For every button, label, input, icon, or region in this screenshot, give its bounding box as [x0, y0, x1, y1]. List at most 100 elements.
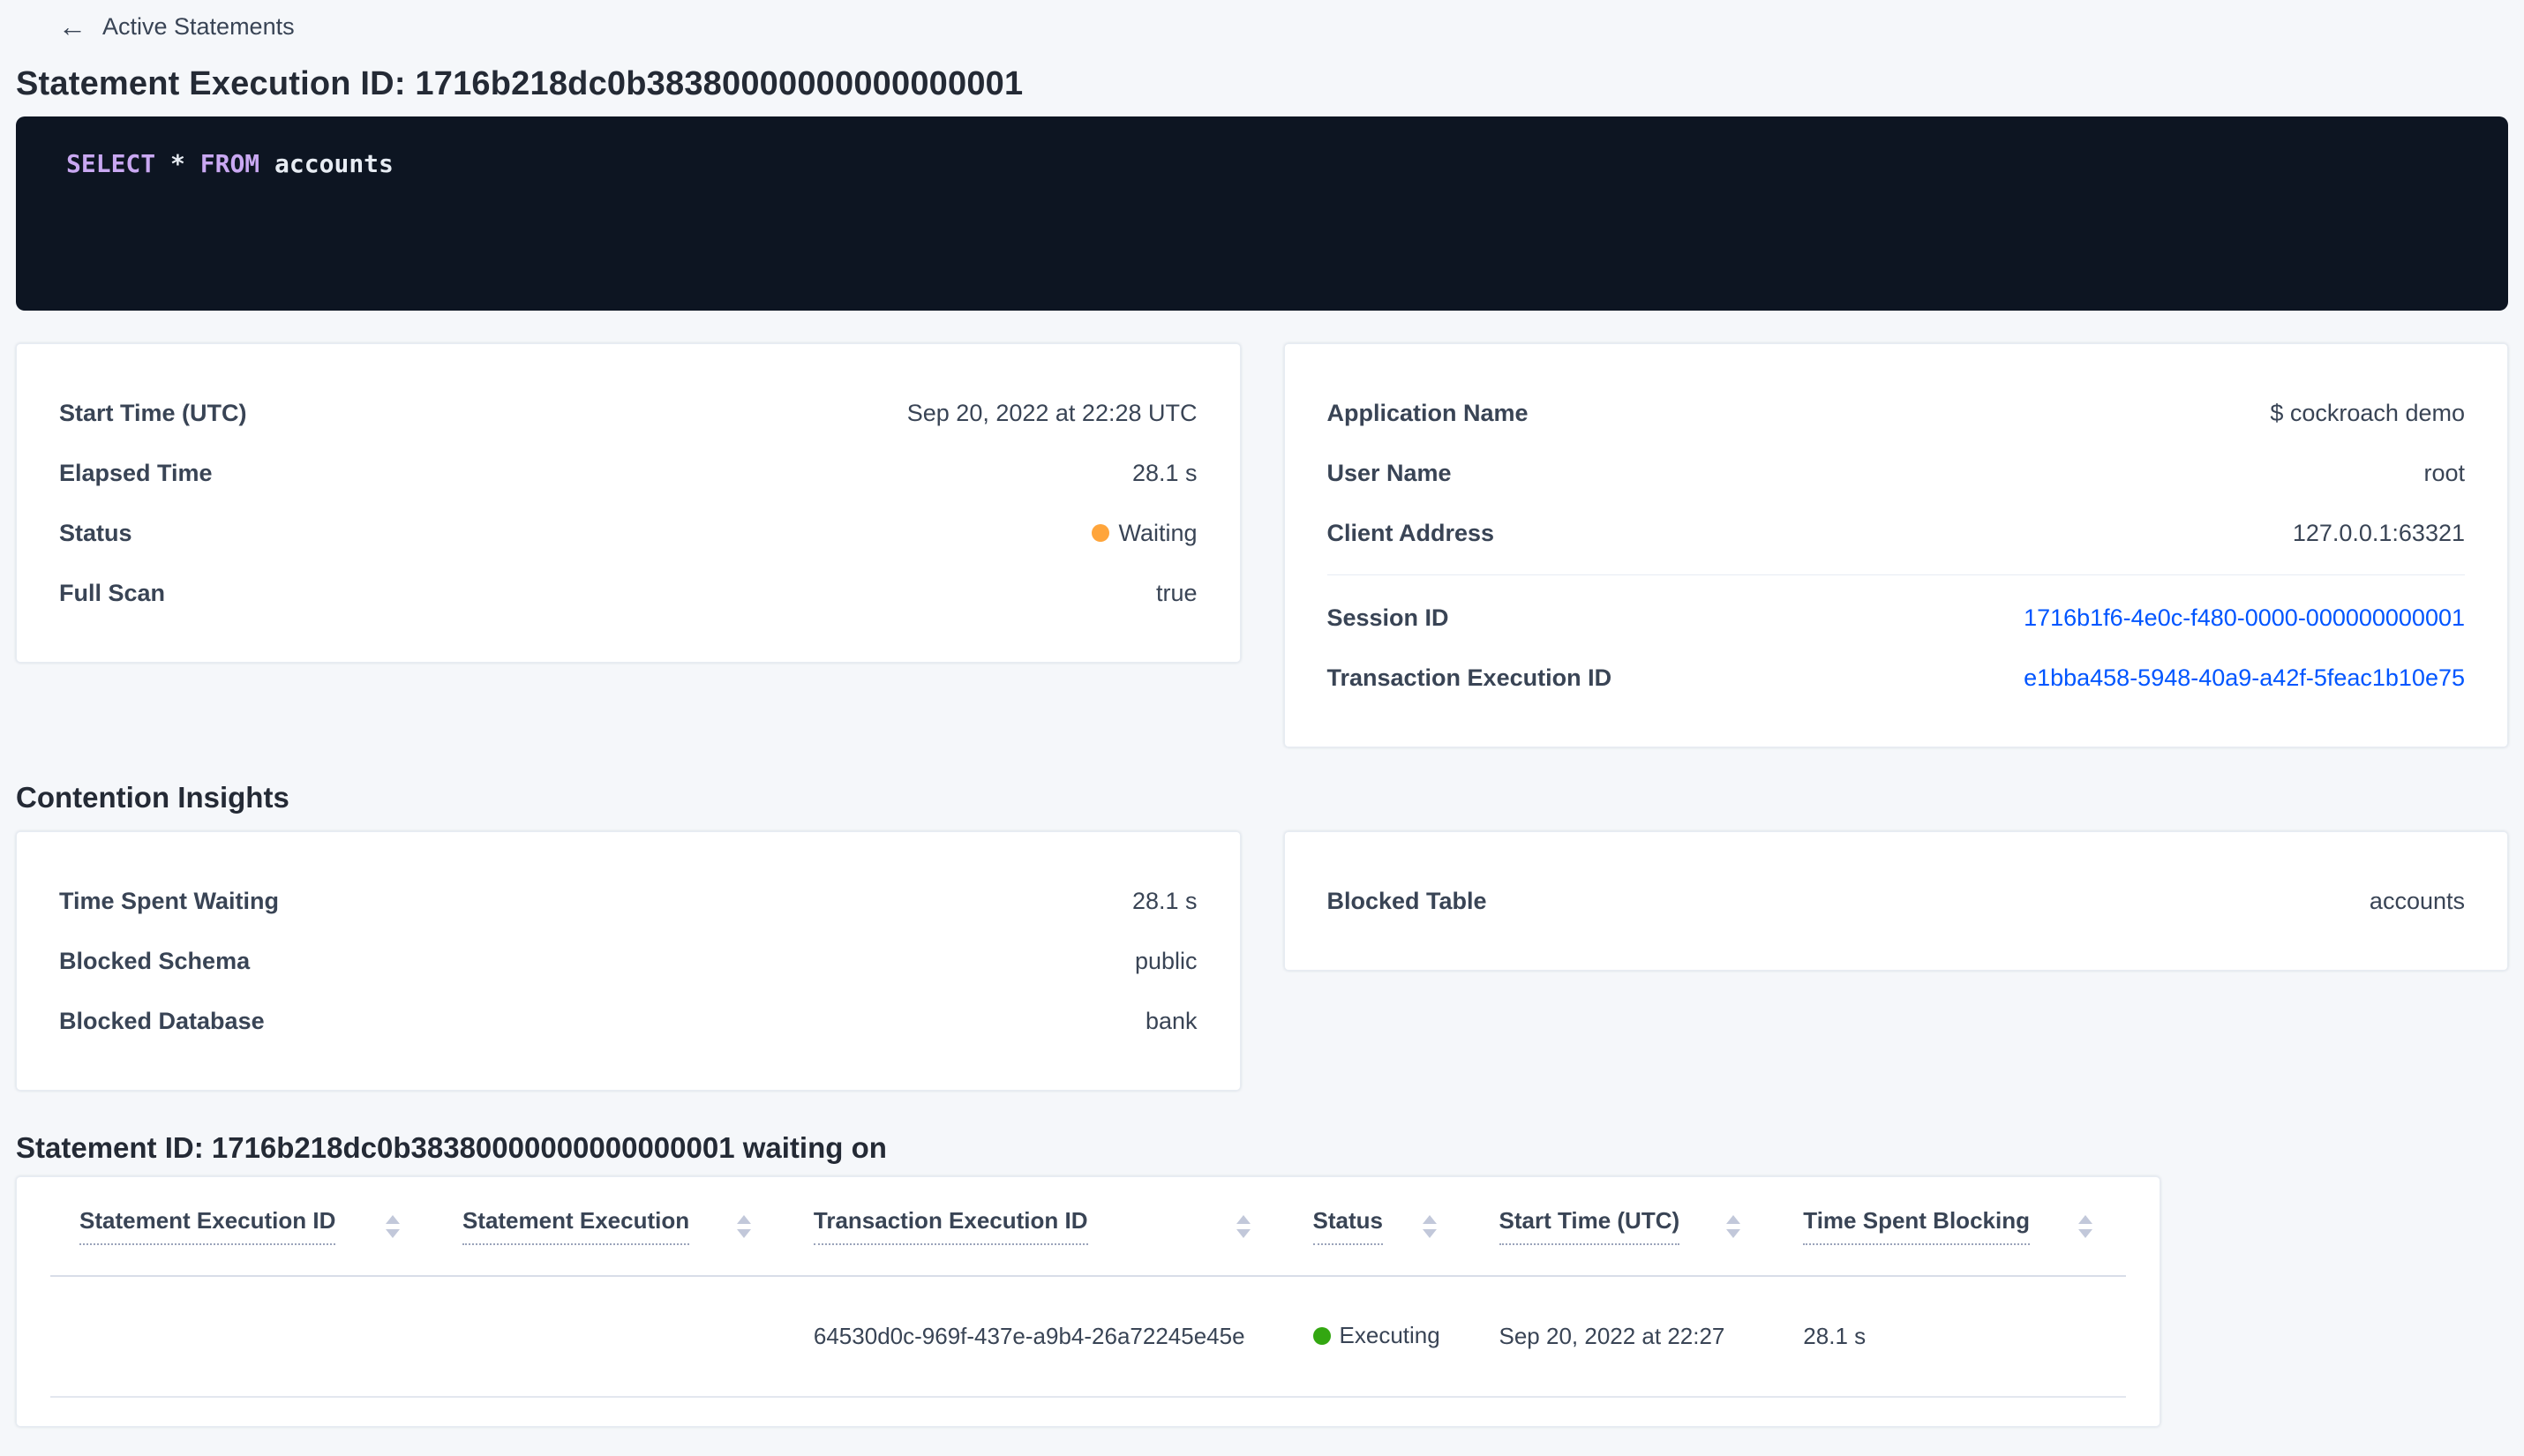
statement-execution-details-page: ← Active Statements Statement Execution …	[0, 0, 2524, 1456]
cell-statement-execution-id	[50, 1276, 433, 1398]
time-spent-waiting-value: 28.1 s	[1131, 887, 1198, 914]
time-spent-waiting-label: Time Spent Waiting	[59, 887, 280, 914]
sql-statement-box: SELECT * FROM accounts	[16, 116, 2508, 311]
column-header-time-spent-blocking[interactable]: Time Spent Blocking	[1774, 1177, 2126, 1277]
column-header-status[interactable]: Status	[1283, 1177, 1470, 1277]
column-label-statement-execution: Statement Execution	[462, 1207, 690, 1245]
column-header-statement-execution-id[interactable]: Statement Execution ID	[50, 1177, 433, 1277]
full-scan-label: Full Scan	[59, 579, 166, 606]
sort-icon[interactable]	[1236, 1214, 1251, 1238]
client-address-row: Client Address 127.0.0.1:63321	[1327, 503, 2466, 563]
sort-icon[interactable]	[736, 1214, 751, 1238]
sql-star-operator: *	[155, 149, 200, 178]
blocked-database-label: Blocked Database	[59, 1007, 265, 1034]
column-label-start-time: Start Time (UTC)	[1499, 1207, 1680, 1245]
column-header-statement-execution[interactable]: Statement Execution	[432, 1177, 785, 1277]
sort-icon[interactable]	[1422, 1214, 1437, 1238]
session-id-label: Session ID	[1326, 604, 1449, 631]
client-address-label: Client Address	[1326, 519, 1495, 546]
blocked-table-label: Blocked Table	[1326, 887, 1487, 914]
cell-status: Executing	[1283, 1276, 1470, 1398]
contention-cards-row: Time Spent Waiting 28.1 s Blocked Schema…	[16, 831, 2508, 1091]
cell-time-spent-blocking: 28.1 s	[1774, 1276, 2126, 1398]
user-name-value: root	[2423, 459, 2465, 486]
start-time-value: Sep 20, 2022 at 22:28 UTC	[906, 399, 1198, 426]
sort-icon[interactable]	[1726, 1214, 1741, 1238]
sort-icon[interactable]	[385, 1214, 400, 1238]
session-id-link[interactable]: 1716b1f6-4e0c-f480-0000-000000000001	[2024, 604, 2465, 632]
waiting-on-heading: Statement ID: 1716b218dc0b38380000000000…	[16, 1131, 887, 1164]
blocked-schema-value: public	[1134, 947, 1198, 974]
sort-desc-icon	[385, 1228, 400, 1238]
sort-desc-icon	[1236, 1228, 1251, 1238]
sort-asc-icon	[2078, 1214, 2092, 1224]
execution-overview-card: Start Time (UTC) Sep 20, 2022 at 22:28 U…	[16, 343, 1241, 663]
full-scan-row: Full Scan true	[59, 563, 1198, 623]
back-arrow-icon[interactable]: ←	[58, 12, 86, 41]
start-time-row: Start Time (UTC) Sep 20, 2022 at 22:28 U…	[59, 383, 1198, 443]
elapsed-time-value: 28.1 s	[1131, 459, 1198, 486]
sort-desc-icon	[736, 1228, 751, 1238]
table-header-row: Statement Execution ID Statement Executi…	[50, 1177, 2126, 1277]
sql-table-name: accounts	[259, 149, 394, 178]
executing-status-text: Executing	[1339, 1322, 1440, 1349]
contention-waiting-card: Time Spent Waiting 28.1 s Blocked Schema…	[16, 831, 1241, 1091]
sort-icon[interactable]	[2078, 1214, 2092, 1238]
waiting-statements-table: Statement Execution ID Statement Executi…	[50, 1177, 2126, 1398]
column-label-transaction-execution-id: Transaction Execution ID	[813, 1207, 1088, 1245]
sort-desc-icon	[1726, 1228, 1741, 1238]
transaction-execution-id-label: Transaction Execution ID	[1326, 664, 1612, 691]
blocked-table-value: accounts	[2369, 887, 2465, 914]
column-header-start-time[interactable]: Start Time (UTC)	[1469, 1177, 1775, 1277]
full-scan-value: true	[1155, 579, 1198, 606]
contention-insights-heading: Contention Insights	[16, 781, 289, 814]
sql-keyword-select: SELECT	[66, 149, 156, 178]
elapsed-time-label: Elapsed Time	[59, 459, 213, 486]
time-spent-waiting-row: Time Spent Waiting 28.1 s	[59, 871, 1198, 931]
sort-asc-icon	[1422, 1214, 1437, 1224]
column-header-transaction-execution-id[interactable]: Transaction Execution ID	[784, 1177, 1284, 1277]
back-link[interactable]: ← Active Statements	[58, 12, 295, 41]
sort-asc-icon	[736, 1214, 751, 1224]
status-value: Waiting	[1092, 519, 1198, 547]
status-text: Waiting	[1118, 519, 1198, 546]
back-link-label: Active Statements	[102, 12, 295, 40]
sort-asc-icon	[1726, 1214, 1741, 1224]
cell-start-time: Sep 20, 2022 at 22:27	[1469, 1276, 1775, 1398]
cell-transaction-execution-id: 64530d0c-969f-437e-a9b4-26a72245e45e	[784, 1276, 1284, 1398]
session-details-card: Application Name $ cockroach demo User N…	[1283, 343, 2508, 747]
executing-status-dot-icon	[1312, 1326, 1331, 1345]
column-label-statement-execution-id: Statement Execution ID	[79, 1207, 336, 1245]
sort-asc-icon	[385, 1214, 400, 1224]
sort-desc-icon	[2078, 1228, 2092, 1238]
blocked-table-row: Blocked Table accounts	[1327, 871, 2466, 931]
transaction-execution-id-row: Transaction Execution ID e1bba458-5948-4…	[1327, 648, 2466, 708]
blocked-database-row: Blocked Database bank	[59, 991, 1198, 1051]
application-name-row: Application Name $ cockroach demo	[1327, 383, 2466, 443]
column-label-status: Status	[1312, 1207, 1383, 1245]
client-address-value: 127.0.0.1:63321	[2292, 519, 2465, 546]
transaction-execution-id-link[interactable]: e1bba458-5948-40a9-a42f-5feac1b10e75	[2024, 664, 2465, 692]
card-divider	[1326, 574, 2465, 575]
blocked-database-value: bank	[1145, 1007, 1198, 1034]
table-row: 64530d0c-969f-437e-a9b4-26a72245e45e Exe…	[50, 1276, 2126, 1398]
session-id-row: Session ID 1716b1f6-4e0c-f480-0000-00000…	[1327, 588, 2466, 648]
cell-statement-execution	[432, 1276, 785, 1398]
user-name-row: User Name root	[1327, 443, 2466, 503]
blocked-schema-row: Blocked Schema public	[59, 931, 1198, 991]
elapsed-time-row: Elapsed Time 28.1 s	[59, 443, 1198, 503]
column-label-time-spent-blocking: Time Spent Blocking	[1803, 1207, 2030, 1245]
waiting-statements-table-card: Statement Execution ID Statement Executi…	[16, 1176, 2160, 1427]
application-name-label: Application Name	[1326, 399, 1529, 426]
status-label: Status	[59, 519, 132, 546]
sort-asc-icon	[1236, 1214, 1251, 1224]
page-title: Statement Execution ID: 1716b218dc0b3838…	[16, 65, 1024, 102]
waiting-status-dot-icon	[1092, 524, 1110, 542]
start-time-label: Start Time (UTC)	[59, 399, 247, 426]
sort-desc-icon	[1422, 1228, 1437, 1238]
blocked-schema-label: Blocked Schema	[59, 947, 251, 974]
status-row: Status Waiting	[59, 503, 1198, 563]
user-name-label: User Name	[1326, 459, 1452, 486]
blocked-table-card: Blocked Table accounts	[1283, 831, 2508, 971]
overview-cards-row: Start Time (UTC) Sep 20, 2022 at 22:28 U…	[16, 343, 2508, 747]
